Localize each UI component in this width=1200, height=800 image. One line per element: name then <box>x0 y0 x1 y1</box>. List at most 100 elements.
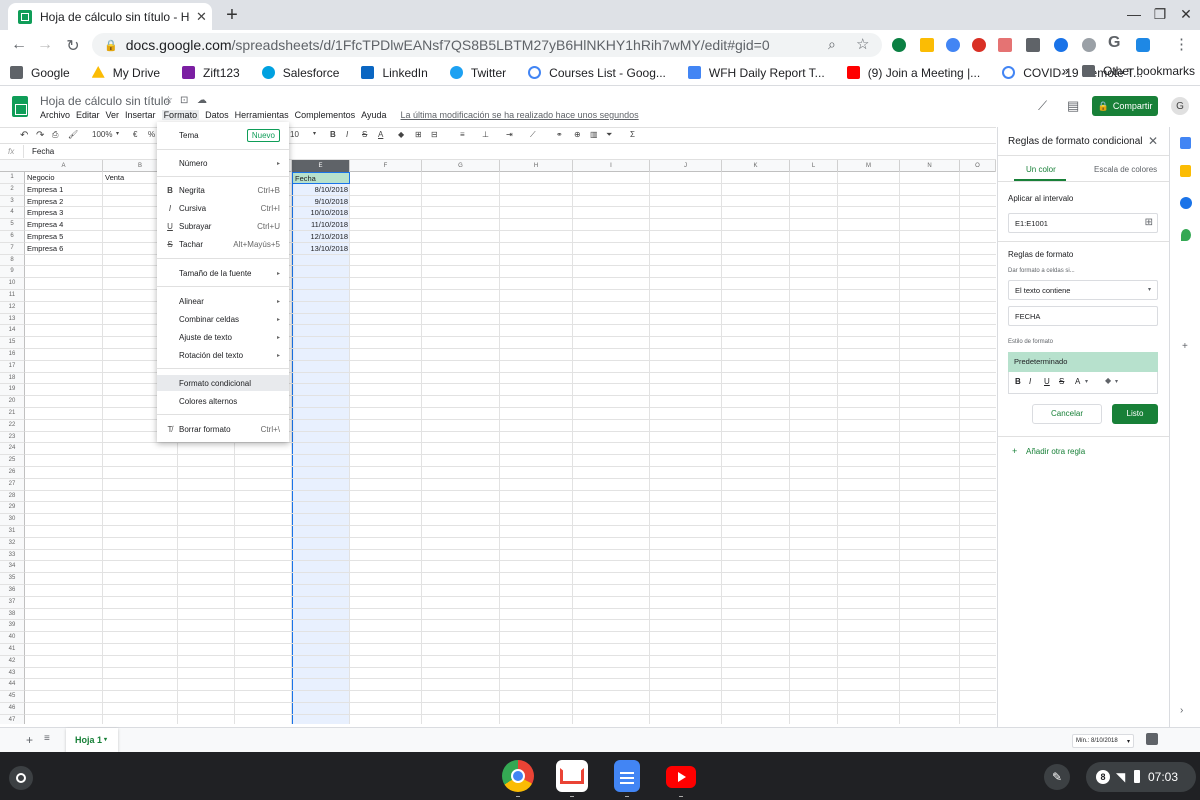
menu-archivo[interactable]: Archivo <box>40 110 70 120</box>
table-cell[interactable]: 10/10/2018 <box>292 207 350 219</box>
chrome-app-icon[interactable] <box>502 760 534 792</box>
column-header[interactable]: G <box>422 160 500 172</box>
gmail-app-icon[interactable] <box>556 760 588 792</box>
table-cell[interactable]: 11/10/2018 <box>292 219 350 231</box>
row-header[interactable]: 2 <box>0 183 25 196</box>
column-header[interactable]: H <box>500 160 573 172</box>
row-header[interactable]: 40 <box>0 632 25 644</box>
menu-item-rotation[interactable]: Rotación del texto ▸ <box>157 347 289 363</box>
summary-select[interactable]: Mín.: 8/10/2018 ▾ <box>1072 734 1134 748</box>
row-header[interactable]: 38 <box>0 608 25 621</box>
style-underline-button[interactable]: U <box>1044 377 1050 386</box>
filter-icon[interactable]: ⏷ <box>606 130 612 140</box>
row-header[interactable]: 30 <box>0 514 25 526</box>
row-header[interactable]: 41 <box>0 644 25 656</box>
undo-icon[interactable]: ↶ <box>20 130 28 141</box>
tab-single-color[interactable]: Un color <box>1026 165 1056 174</box>
row-header[interactable]: 1 <box>0 172 25 184</box>
column-header[interactable]: I <box>573 160 650 172</box>
bookmark-meeting[interactable]: (9) Join a Meeting |... <box>846 66 980 80</box>
style-bold-button[interactable]: B <box>1015 377 1021 386</box>
menu-item-strikethrough[interactable]: S Tachar Alt+Mayús+5 <box>157 236 289 252</box>
text-color-button[interactable]: A <box>378 130 383 139</box>
new-tab-button[interactable]: + <box>222 4 242 27</box>
extension-icon[interactable] <box>1026 38 1040 52</box>
menu-insertar[interactable]: Insertar <box>125 110 156 120</box>
tab-color-scale[interactable]: Escala de colores <box>1094 165 1157 174</box>
explore-icon[interactable] <box>1146 733 1158 745</box>
row-header[interactable]: 29 <box>0 502 25 515</box>
row-header[interactable]: 32 <box>0 537 25 550</box>
menu-item-bold[interactable]: B Negrita Ctrl+B <box>157 182 289 198</box>
forward-icon[interactable]: → <box>36 36 54 54</box>
bookmark-wfh[interactable]: WFH Daily Report T... <box>687 66 825 80</box>
style-italic-button[interactable]: I <box>1029 377 1031 386</box>
print-icon[interactable]: ⎙ <box>52 130 58 140</box>
formula-input[interactable]: Fecha <box>32 147 54 156</box>
extension-icon[interactable] <box>972 38 986 52</box>
row-header[interactable]: 45 <box>0 691 25 703</box>
align-vertical-icon[interactable]: ⊥ <box>482 130 489 139</box>
paint-format-icon[interactable]: 🖌 <box>68 130 78 139</box>
close-icon[interactable]: ✕ <box>1148 134 1158 148</box>
launcher-button[interactable] <box>9 766 33 790</box>
table-cell[interactable]: Fecha <box>292 172 350 184</box>
bookmark-twitter[interactable]: Twitter <box>449 66 506 80</box>
style-strike-button[interactable]: S <box>1059 377 1064 386</box>
bookmark-zift123[interactable]: Zift123 <box>182 66 240 80</box>
bookmark-salesforce[interactable]: Salesforce <box>261 66 339 80</box>
youtube-app-icon[interactable] <box>666 766 696 788</box>
align-horizontal-icon[interactable]: ≡ <box>460 130 465 139</box>
row-header[interactable]: 42 <box>0 655 25 668</box>
redo-icon[interactable]: ↷ <box>36 130 44 141</box>
row-header[interactable]: 9 <box>0 266 25 279</box>
menu-item-align[interactable]: Alinear ▸ <box>157 293 289 309</box>
text-rotation-icon[interactable]: ⟋ <box>530 130 536 140</box>
extension-icon[interactable] <box>1082 38 1096 52</box>
extension-icon[interactable] <box>946 38 960 52</box>
value-input[interactable]: FECHA <box>1008 306 1158 326</box>
share-button[interactable]: 🔒 Compartir <box>1092 96 1158 116</box>
row-header[interactable]: 36 <box>0 585 25 597</box>
extension-icon[interactable] <box>998 38 1012 52</box>
row-header[interactable]: 12 <box>0 301 25 314</box>
row-header[interactable]: 19 <box>0 384 25 397</box>
menu-item-wrap[interactable]: Ajuste de texto ▸ <box>157 329 289 345</box>
add-rule-link[interactable]: Añadir otra regla <box>1026 447 1085 456</box>
avatar[interactable]: G <box>1171 97 1189 115</box>
table-cell[interactable]: Negocio <box>25 172 103 184</box>
sheets-logo-icon[interactable] <box>12 96 28 117</box>
row-header[interactable]: 46 <box>0 703 25 715</box>
table-cell[interactable]: Empresa 1 <box>25 184 103 196</box>
fill-color-icon[interactable]: ◆ <box>1105 376 1111 385</box>
row-header[interactable]: 26 <box>0 467 25 479</box>
address-bar[interactable]: 🔒 docs.google.com/spreadsheets/d/1FfcTPD… <box>92 33 882 57</box>
extension-icon[interactable] <box>892 38 906 52</box>
calendar-icon[interactable] <box>1180 137 1191 149</box>
comment-icon[interactable]: ⊕ <box>574 130 581 139</box>
column-header[interactable]: M <box>838 160 900 172</box>
spreadsheet-grid[interactable]: ABCDEFGHIJKLMNO 123456789101112131415161… <box>0 160 996 724</box>
sheet-tab[interactable]: Hoja 1 ▾ <box>66 728 118 752</box>
text-wrap-icon[interactable]: ⇥ <box>506 130 513 139</box>
column-header[interactable]: A <box>25 160 103 172</box>
bookmark-google[interactable]: Google <box>10 66 70 80</box>
row-header[interactable]: 10 <box>0 278 25 290</box>
row-header[interactable]: 4 <box>0 207 25 220</box>
row-header[interactable]: 44 <box>0 679 25 692</box>
add-sheet-icon[interactable]: + <box>26 733 33 747</box>
range-input[interactable]: E1:E1001 ⊞ <box>1008 213 1158 233</box>
condition-select[interactable]: El texto contiene ▾ <box>1008 280 1158 300</box>
table-cell[interactable]: Empresa 2 <box>25 196 103 208</box>
grid-select-icon[interactable]: ⊞ <box>1145 217 1153 228</box>
percent-button[interactable]: % <box>148 130 155 139</box>
table-cell[interactable]: 13/10/2018 <box>292 243 350 255</box>
row-header[interactable]: 25 <box>0 455 25 467</box>
bookmark-linkedin[interactable]: LinkedIn <box>361 66 428 80</box>
stylus-icon[interactable]: ✎ <box>1044 764 1070 790</box>
bookmark-courses[interactable]: Courses List - Goog... <box>528 66 666 80</box>
back-icon[interactable]: ← <box>10 36 28 54</box>
table-cell[interactable]: 12/10/2018 <box>292 231 350 243</box>
link-icon[interactable]: ⚭ <box>556 130 563 139</box>
menu-item-font-size[interactable]: Tamaño de la fuente ▸ <box>157 265 289 281</box>
